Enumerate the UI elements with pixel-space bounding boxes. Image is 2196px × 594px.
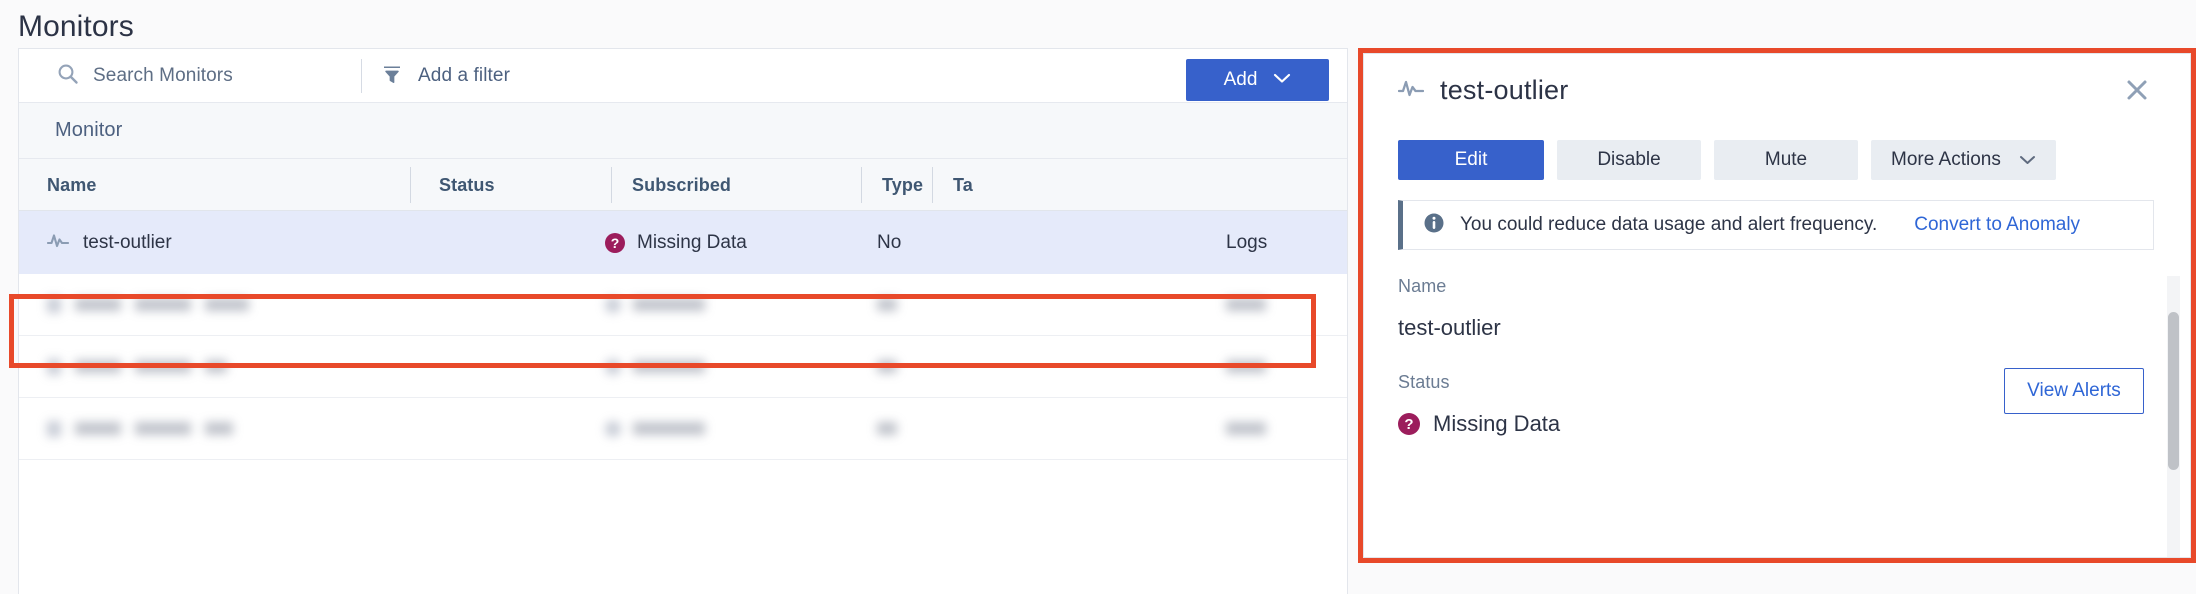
disable-button[interactable]: Disable (1557, 140, 1701, 180)
chevron-down-icon (1273, 71, 1291, 89)
cell-subscribed (877, 398, 897, 459)
panel-action-buttons: Edit Disable Mute More Actions (1398, 140, 2056, 180)
monitor-pulse-icon (46, 230, 70, 256)
cell-name-text (205, 422, 233, 435)
add-button-label: Add (1223, 69, 1258, 90)
mute-button[interactable]: Mute (1714, 140, 1858, 180)
cell-name (47, 274, 249, 335)
vertical-scrollbar-thumb[interactable] (2168, 312, 2179, 470)
page-title: Monitors (18, 10, 134, 43)
column-header-type[interactable]: Type (882, 159, 923, 211)
monitor-pulse-icon (47, 420, 61, 437)
add-filter-button[interactable]: Add a filter (381, 49, 510, 103)
list-toolbar: Search Monitors Add a filter Add (19, 49, 1347, 103)
field-name-value: test-outlier (1398, 315, 1501, 340)
status-icon (605, 358, 621, 375)
monitors-list-pane: Search Monitors Add a filter Add Monitor… (18, 48, 1348, 594)
toolbar-divider (361, 59, 362, 93)
convert-to-anomaly-link[interactable]: Convert to Anomaly (1914, 214, 2080, 236)
cell-subscribed (877, 274, 897, 335)
cell-status (605, 398, 705, 459)
column-header-tags[interactable]: Ta (953, 159, 973, 211)
column-divider (611, 167, 612, 203)
column-header-name[interactable]: Name (47, 159, 96, 211)
monitor-pulse-icon (47, 358, 61, 375)
question-circle-icon: ? (1398, 413, 1420, 435)
cell-name (47, 336, 227, 397)
table-row[interactable] (19, 336, 1347, 398)
cell-name-text (75, 360, 121, 373)
search-placeholder: Search Monitors (93, 65, 233, 86)
table-row[interactable] (19, 274, 1347, 336)
field-status: Status ? Missing Data (1398, 372, 1560, 437)
column-divider (410, 167, 411, 203)
more-actions-button[interactable]: More Actions (1871, 140, 2056, 180)
monitor-pulse-icon (47, 296, 61, 313)
column-divider (861, 167, 862, 203)
filter-icon (381, 63, 403, 90)
status-icon (605, 296, 621, 313)
cell-subscribed: No (877, 231, 902, 253)
field-name: Name test-outlier (1398, 276, 1501, 341)
field-name-label: Name (1398, 276, 1447, 296)
search-input[interactable]: Search Monitors (19, 49, 361, 103)
monitor-pulse-icon (1397, 77, 1425, 104)
edit-button[interactable]: Edit (1398, 140, 1544, 180)
cell-name-text (205, 298, 249, 311)
cell-status (605, 274, 705, 335)
table-row[interactable]: test-outlier ? Missing Data No Logs (19, 211, 1347, 274)
cell-name-text (75, 422, 121, 435)
cell-status-text (633, 298, 705, 311)
cell-name-text (205, 360, 227, 373)
monitor-detail-panel: test-outlier Edit Disable Mute More Acti… (1363, 53, 2191, 558)
chevron-down-icon (2019, 149, 2036, 171)
cell-type (1226, 398, 1266, 459)
cell-name: test-outlier (46, 211, 172, 274)
cell-name-text (135, 298, 191, 311)
column-header-status[interactable]: Status (439, 159, 495, 211)
cell-status-text (633, 360, 705, 373)
cell-type (1226, 336, 1266, 397)
column-divider (932, 167, 933, 203)
view-alerts-button[interactable]: View Alerts (2004, 368, 2144, 414)
cell-status: ? Missing Data (605, 211, 747, 274)
info-circle-icon (1423, 212, 1445, 239)
column-header-subscribed[interactable]: Subscribed (632, 159, 731, 211)
cell-name (47, 398, 233, 459)
more-actions-label: More Actions (1891, 149, 2001, 170)
cell-name-text (135, 360, 191, 373)
field-status-text: Missing Data (1433, 411, 1561, 436)
group-header: Monitor (19, 103, 1347, 159)
group-header-label: Monitor (55, 119, 123, 141)
panel-title: test-outlier (1440, 74, 1569, 105)
cell-name-text: test-outlier (83, 231, 172, 253)
cell-type: Logs (1226, 231, 1268, 253)
table-header-row: Name Status Subscribed Type Ta (19, 159, 1347, 211)
table-row[interactable] (19, 398, 1347, 460)
cell-name-text (135, 422, 191, 435)
cell-subscribed (877, 336, 897, 397)
info-banner-text: You could reduce data usage and alert fr… (1460, 214, 1878, 235)
status-icon (605, 420, 621, 437)
panel-header: test-outlier (1364, 54, 2190, 126)
detail-fields-scroll-area: Name test-outlier Status ? Missing Data … (1364, 266, 2190, 557)
cell-status-text: Missing Data (637, 231, 747, 253)
cell-status (605, 336, 705, 397)
add-filter-label: Add a filter (418, 65, 511, 86)
cell-name-text (75, 298, 121, 311)
search-icon (57, 63, 79, 90)
info-banner: You could reduce data usage and alert fr… (1398, 200, 2154, 250)
field-status-label: Status (1398, 372, 1450, 392)
close-icon[interactable] (2122, 75, 2152, 105)
cell-status-text (633, 422, 705, 435)
field-status-value: ? Missing Data (1398, 411, 1560, 437)
cell-type (1226, 274, 1266, 335)
monitors-page: Monitors Search Monitors Add a filter Ad… (0, 0, 2196, 594)
add-button[interactable]: Add (1186, 59, 1329, 101)
question-circle-icon: ? (605, 232, 625, 253)
